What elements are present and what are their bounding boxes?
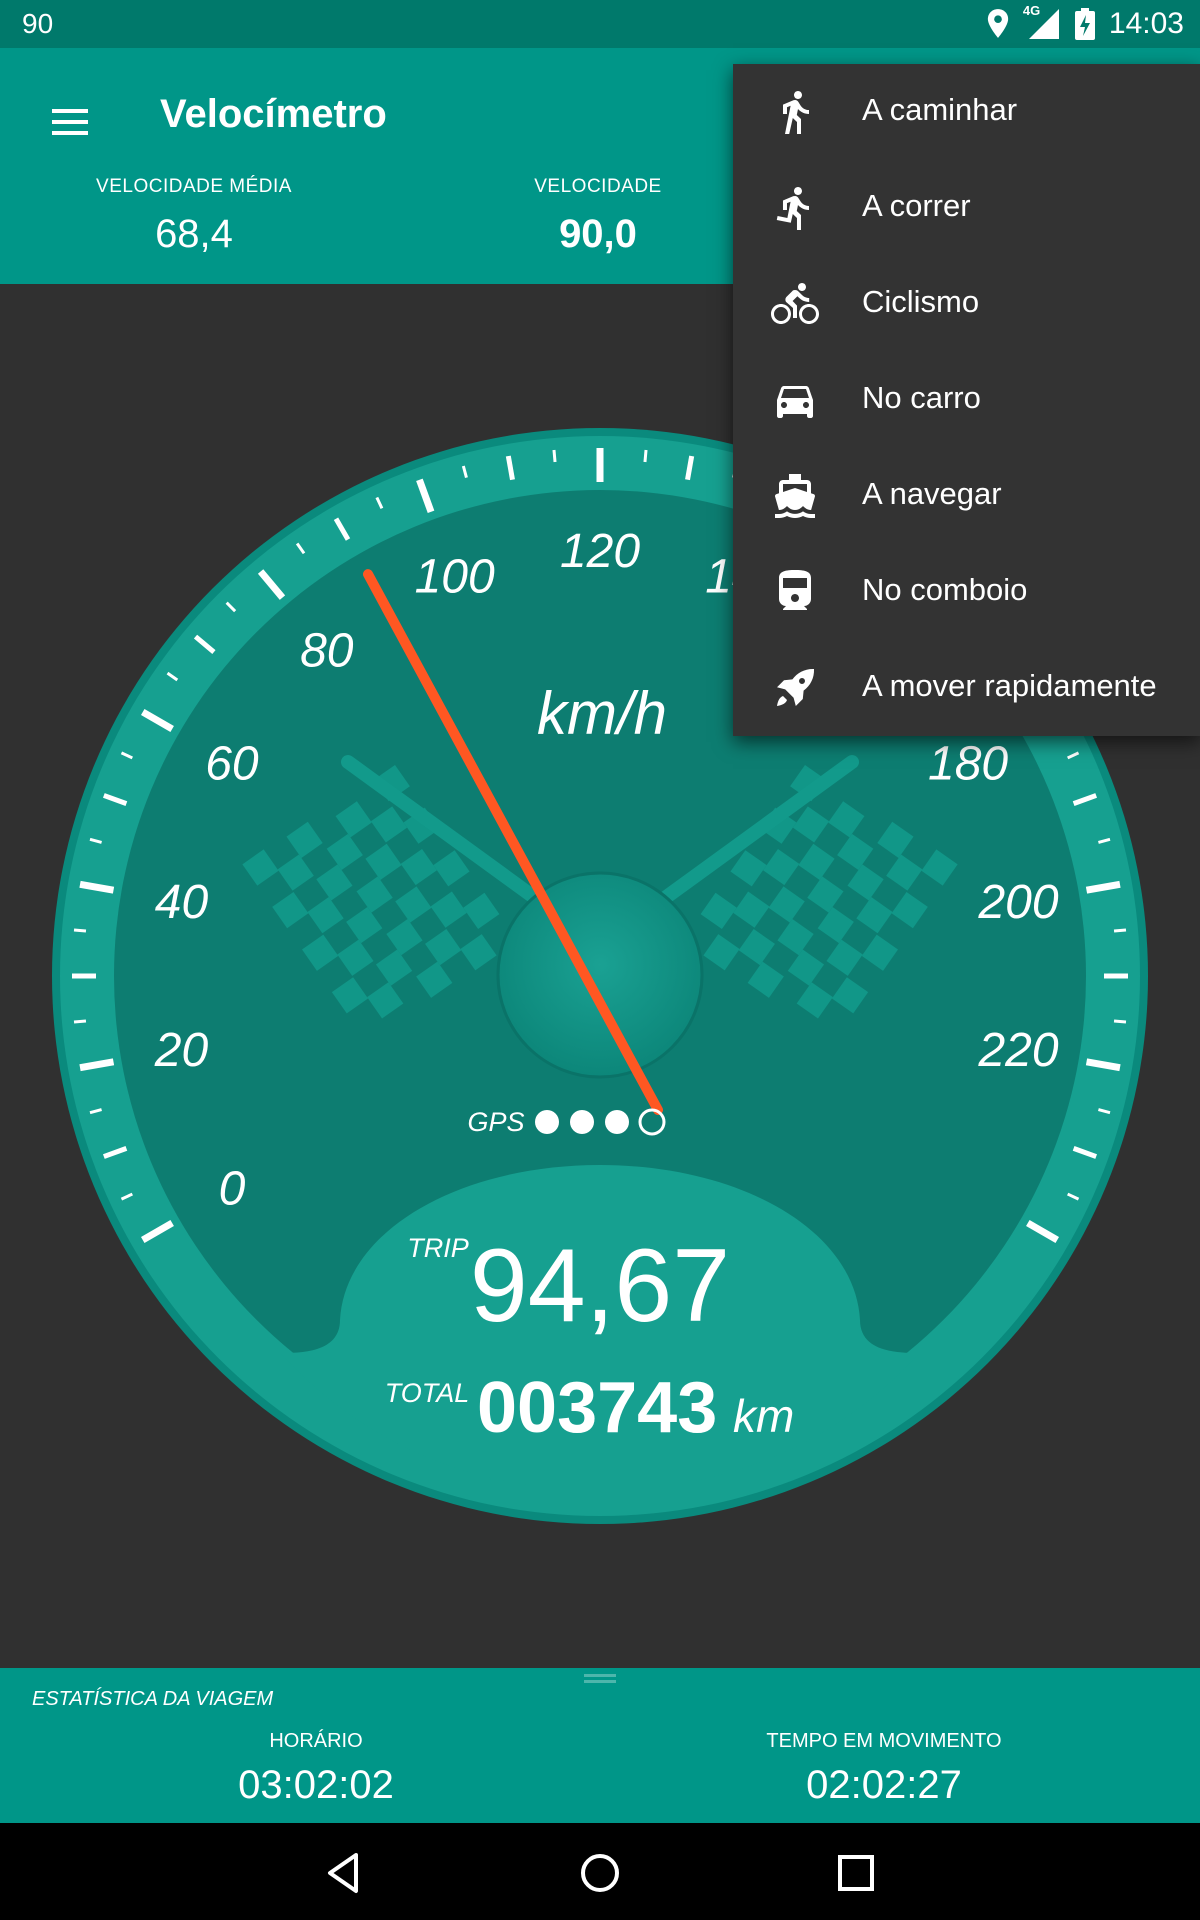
navigation-bar xyxy=(0,1823,1200,1920)
gauge-scale-label: 200 xyxy=(977,876,1058,929)
trip-label: TRIP xyxy=(407,1233,469,1263)
network-type: 4G xyxy=(1022,3,1041,18)
moving-time-value: 02:02:27 xyxy=(806,1763,962,1807)
menu-item-car[interactable]: No carro xyxy=(733,352,1200,448)
menu-item-train[interactable]: No comboio xyxy=(733,544,1200,640)
speed-unit-label: km/h xyxy=(537,680,667,747)
status-bar: 90 4G 14:03 xyxy=(0,0,1200,48)
signal-icon: 4G xyxy=(1023,3,1061,41)
menu-item-label: A caminhar xyxy=(862,92,1018,127)
gauge-scale-label: 20 xyxy=(154,1024,209,1077)
gauge-tick xyxy=(73,1019,87,1024)
train-icon xyxy=(779,570,811,610)
menu-item-label: Ciclismo xyxy=(862,284,980,319)
bike-icon xyxy=(771,283,819,324)
menu-item-cycling[interactable]: Ciclismo xyxy=(733,256,1200,352)
clock-time-label: HORÁRIO xyxy=(269,1730,363,1752)
clock-time-value: 03:02:02 xyxy=(238,1763,394,1807)
moving-time-label: TEMPO EM MOVIMENTO xyxy=(766,1730,1002,1752)
location-icon xyxy=(987,9,1009,38)
gauge-scale-label: 40 xyxy=(155,876,209,929)
gauge-hub xyxy=(496,871,704,1079)
gauge-scale-label: 60 xyxy=(205,738,259,791)
menu-item-label: A mover rapidamente xyxy=(862,668,1157,703)
gauge-scale-label: 0 xyxy=(219,1163,246,1216)
clock: 14:03 xyxy=(1108,7,1184,40)
home-icon[interactable] xyxy=(570,1843,630,1903)
status-speed-notification: 90 xyxy=(22,8,54,39)
gauge-tick xyxy=(643,449,648,463)
trip-statistics-header: ESTATÍSTICA DA VIAGEM xyxy=(32,1688,274,1710)
travel-mode-menu: A caminhar A correr Ciclismo No carro A … xyxy=(733,64,1200,736)
gauge-scale-label: 80 xyxy=(300,624,354,677)
average-speed-value: 68,4 xyxy=(155,212,233,256)
average-speed-stat: VELOCIDADE MÉDIA 68,4 xyxy=(0,176,404,257)
gauge-scale-label: 120 xyxy=(560,525,640,578)
walk-icon xyxy=(783,91,809,134)
rocket-icon xyxy=(777,668,815,706)
average-speed-label: VELOCIDADE MÉDIA xyxy=(96,176,292,197)
gauge-tick xyxy=(1113,928,1127,933)
clock-time-stat: HORÁRIO 03:02:02 xyxy=(116,1730,516,1808)
recents-icon[interactable] xyxy=(826,1843,886,1903)
gauge-scale-label: 220 xyxy=(977,1024,1058,1077)
total-label: TOTAL xyxy=(385,1378,470,1408)
trip-value: 94,67 xyxy=(470,1228,730,1344)
menu-item-label: No carro xyxy=(862,380,981,415)
run-icon xyxy=(776,186,809,230)
gauge-scale-label: 100 xyxy=(415,551,495,604)
gauge-tick xyxy=(73,928,87,933)
trip-statistics-panel[interactable]: ESTATÍSTICA DA VIAGEM HORÁRIO 03:02:02 T… xyxy=(0,1668,1200,1823)
menu-item-label: A correr xyxy=(862,188,971,223)
menu-item-label: No comboio xyxy=(862,572,1028,607)
menu-item-walking[interactable]: A caminhar xyxy=(733,64,1200,160)
drag-handle-icon[interactable] xyxy=(584,1674,616,1684)
menu-item-fast-moving[interactable]: A mover rapidamente xyxy=(733,640,1200,736)
hamburger-menu-icon[interactable] xyxy=(44,96,96,148)
gauge-scale-label: 180 xyxy=(928,738,1008,791)
total-value: 003743 xyxy=(477,1368,717,1448)
menu-item-boat[interactable]: A navegar xyxy=(733,448,1200,544)
battery-charging-icon xyxy=(1074,8,1095,40)
gps-signal-dot xyxy=(605,1110,629,1134)
menu-item-running[interactable]: A correr xyxy=(733,160,1200,256)
gps-signal-dot xyxy=(570,1110,594,1134)
gps-signal-dot xyxy=(535,1110,559,1134)
car-icon xyxy=(777,386,813,418)
back-icon[interactable] xyxy=(314,1843,374,1903)
gauge-tick xyxy=(1113,1019,1127,1024)
menu-item-label: A navegar xyxy=(862,476,1002,511)
distance-unit: km xyxy=(733,1390,794,1442)
boat-icon xyxy=(774,474,815,518)
gps-label: GPS xyxy=(467,1107,524,1137)
gauge-tick xyxy=(552,449,557,463)
moving-time-stat: TEMPO EM MOVIMENTO 02:02:27 xyxy=(684,1730,1084,1808)
page-title: Velocímetro xyxy=(160,92,387,136)
